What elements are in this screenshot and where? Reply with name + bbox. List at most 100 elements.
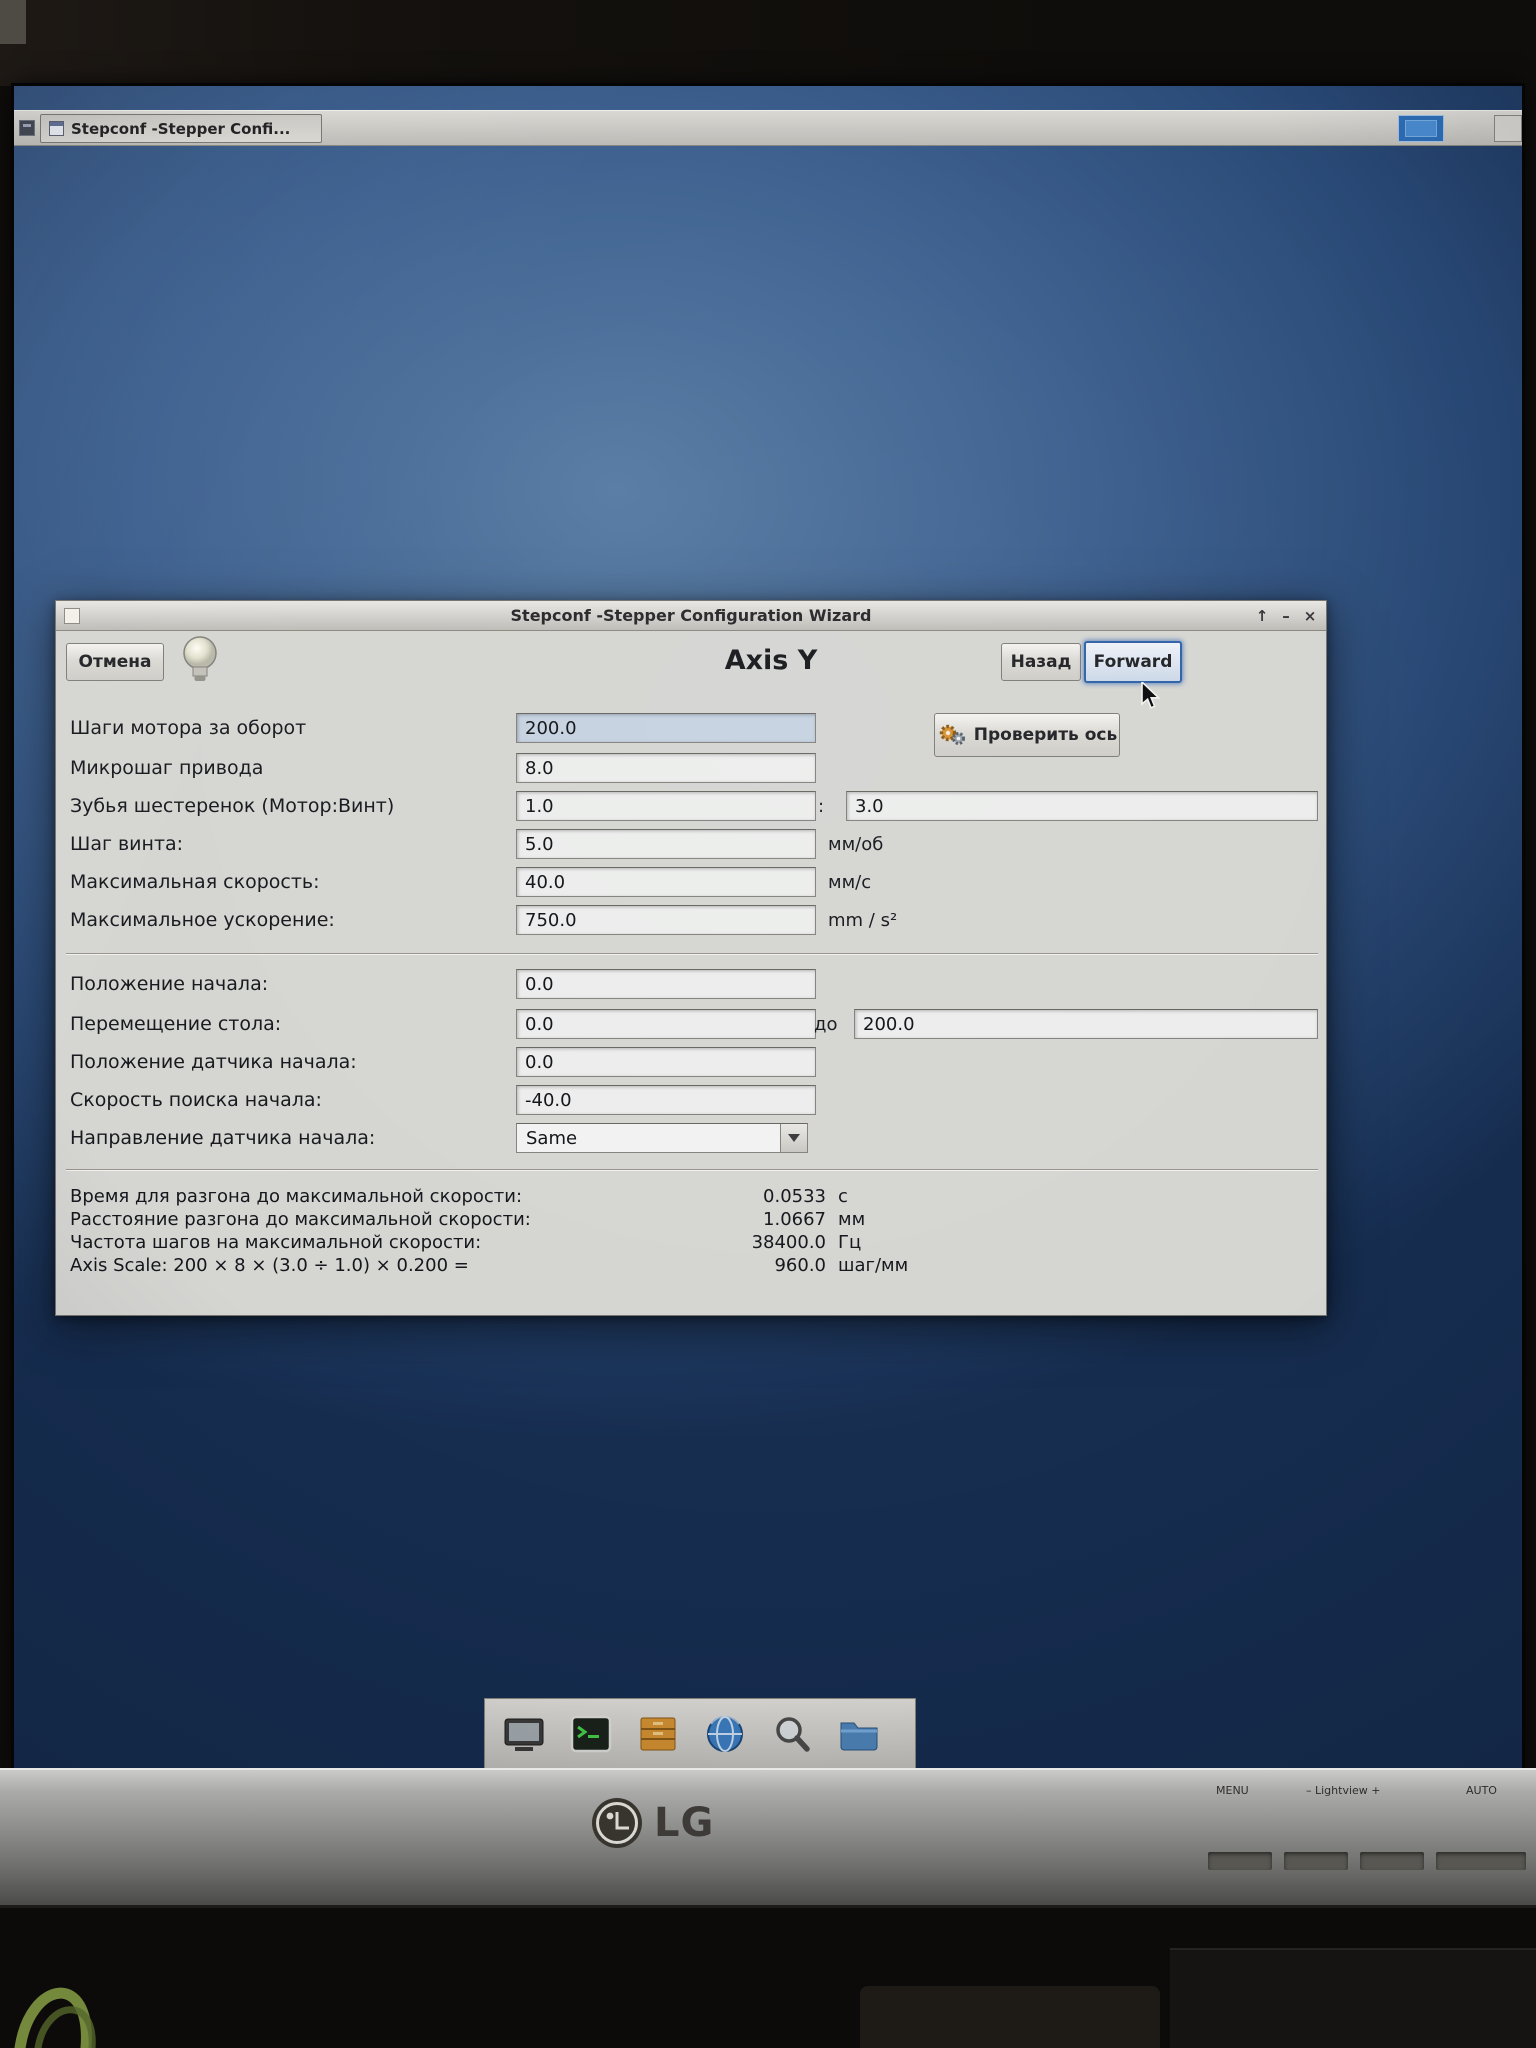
form-row-home-position: Положение начала:	[56, 969, 1326, 999]
lightview-button-label: – Lightview +	[1306, 1784, 1381, 1797]
test-axis-button[interactable]: Проверить ось	[934, 713, 1120, 757]
summary-row: Расстояние разгона до максимальной скоро…	[56, 1209, 1326, 1232]
summary-accel-time-unit: с	[838, 1186, 848, 1207]
browser-globe-icon[interactable]	[702, 1711, 748, 1757]
home-switch-input[interactable]	[516, 1047, 816, 1077]
home-switch-label: Положение датчика начала:	[70, 1051, 357, 1073]
workspace-pager[interactable]	[1398, 115, 1444, 142]
max-accel-unit: mm / s²	[828, 910, 898, 931]
window-controls: ↑ – ×	[1252, 601, 1320, 631]
search-icon[interactable]	[769, 1711, 815, 1757]
summary-accel-distance-value: 1.0667	[763, 1209, 826, 1230]
summary-axis-scale-unit: шаг/мм	[838, 1255, 909, 1276]
close-button[interactable]: ×	[1300, 605, 1320, 627]
form-row-max-accel: Максимальное ускорение: mm / s²	[56, 905, 1326, 935]
taskbar: Stepconf -Stepper Confi...	[14, 110, 1522, 146]
form-row-search-velocity: Скорость поиска начала:	[56, 1085, 1326, 1115]
monitor-button	[1208, 1852, 1272, 1870]
search-velocity-input[interactable]	[516, 1085, 816, 1115]
menu-button-label: MENU	[1216, 1784, 1249, 1797]
monitor-screen: Stepconf -Stepper Confi... Stepconf -Ste…	[14, 86, 1522, 1768]
desk-area	[0, 1908, 1536, 2048]
summary-accel-distance-unit: мм	[838, 1209, 866, 1230]
form-row-pitch: Шаг винта: мм/об	[56, 829, 1326, 859]
forward-button[interactable]: Forward	[1084, 641, 1182, 683]
shade-button[interactable]: ↑	[1252, 605, 1272, 627]
summary-axis-scale-value: 960.0	[774, 1255, 826, 1276]
table-travel-to-label: до	[814, 1014, 838, 1035]
form-row-steps: Шаги мотора за оборот	[56, 713, 1326, 743]
max-accel-input[interactable]	[516, 905, 816, 935]
microstep-label: Микрошаг привода	[70, 757, 264, 779]
gears-icon	[939, 724, 965, 745]
desk-object	[860, 1986, 1160, 2048]
table-travel-min-input[interactable]	[516, 1009, 816, 1039]
form-row-table-travel: Перемещение стола: до	[56, 1009, 1326, 1039]
minimize-button[interactable]: –	[1276, 605, 1296, 627]
summary-step-rate-value: 38400.0	[751, 1232, 826, 1253]
stepconf-task-icon	[49, 121, 64, 136]
summary-row: Axis Scale: 200 × 8 × (3.0 ÷ 1.0) × 0.20…	[56, 1255, 1326, 1278]
dropdown-arrow-button[interactable]	[780, 1124, 807, 1152]
tray-applet	[1494, 115, 1522, 142]
summary-row: Время для разгона до максимальной скорос…	[56, 1186, 1326, 1209]
pitch-label: Шаг винта:	[70, 833, 184, 855]
latch-direction-label: Направление датчика начала:	[70, 1127, 376, 1149]
folder-icon[interactable]	[836, 1711, 882, 1757]
auto-button-label: AUTO	[1466, 1784, 1497, 1797]
desk-equipment	[1170, 1948, 1536, 2048]
taskbar-task-label: Stepconf -Stepper Confi...	[71, 119, 291, 138]
taskbar-task-stepconf[interactable]: Stepconf -Stepper Confi...	[40, 114, 322, 143]
monitor-button	[1436, 1852, 1526, 1870]
steps-label: Шаги мотора за оборот	[70, 717, 307, 739]
window-list-icon[interactable]	[19, 120, 35, 136]
summary-accel-distance-label: Расстояние разгона до максимальной скоро…	[70, 1209, 531, 1230]
form-row-pulley: Зубья шестеренок (Мотор:Винт) :	[56, 791, 1326, 821]
monitor-button	[1284, 1852, 1348, 1870]
background-corner-object	[0, 0, 26, 44]
pulley-screw-input[interactable]	[846, 791, 1318, 821]
steps-input[interactable]	[516, 713, 816, 743]
chevron-down-icon	[788, 1134, 800, 1142]
max-velocity-input[interactable]	[516, 867, 816, 897]
cancel-button[interactable]: Отмена	[66, 643, 164, 681]
package-icon[interactable]	[635, 1711, 681, 1757]
pulley-motor-input[interactable]	[516, 791, 816, 821]
dock-panel	[484, 1698, 916, 1768]
max-accel-label: Максимальное ускорение:	[70, 909, 335, 931]
summary-axis-scale-label: Axis Scale: 200 × 8 × (3.0 ÷ 1.0) × 0.20…	[70, 1255, 469, 1276]
titlebar[interactable]: Stepconf -Stepper Configuration Wizard ↑…	[56, 601, 1326, 631]
green-cable	[14, 1987, 96, 2048]
test-axis-label: Проверить ось	[973, 725, 1118, 745]
pitch-unit: мм/об	[828, 834, 884, 855]
summary-accel-time-label: Время для разгона до максимальной скорос…	[70, 1186, 523, 1207]
separator	[66, 1169, 1318, 1171]
home-position-label: Положение начала:	[70, 973, 269, 995]
monitor-brand: LG	[590, 1796, 714, 1850]
microstep-input[interactable]	[516, 753, 816, 783]
brand-text: LG	[654, 1800, 715, 1846]
terminal-icon[interactable]	[568, 1711, 614, 1757]
summary-step-rate-unit: Гц	[838, 1232, 862, 1253]
monitor-bezel: LG MENU – Lightview + AUTO	[0, 1768, 1536, 1908]
table-travel-label: Перемещение стола:	[70, 1013, 282, 1035]
window-icon	[64, 608, 80, 624]
display-icon[interactable]	[501, 1711, 547, 1757]
latch-direction-dropdown[interactable]: Same	[516, 1123, 808, 1153]
mouse-cursor	[1141, 682, 1161, 709]
pitch-input[interactable]	[516, 829, 816, 859]
summary-accel-time-value: 0.0533	[763, 1186, 826, 1207]
window-title: Stepconf -Stepper Configuration Wizard	[510, 606, 872, 625]
table-travel-max-input[interactable]	[854, 1009, 1318, 1039]
max-velocity-unit: мм/с	[828, 872, 872, 893]
back-button[interactable]: Назад	[1001, 643, 1081, 681]
form-row-microstep: Микрошаг привода	[56, 753, 1326, 783]
lg-logo-icon	[592, 1798, 642, 1848]
monitor-button	[1360, 1852, 1424, 1870]
search-velocity-label: Скорость поиска начала:	[70, 1089, 322, 1111]
form-row-latch-direction: Направление датчика начала: Same	[56, 1123, 1326, 1153]
home-position-input[interactable]	[516, 969, 816, 999]
summary-step-rate-label: Частота шагов на максимальной скорости:	[70, 1232, 482, 1253]
form-row-max-velocity: Максимальная скорость: мм/с	[56, 867, 1326, 897]
room-background-top	[0, 0, 1536, 86]
